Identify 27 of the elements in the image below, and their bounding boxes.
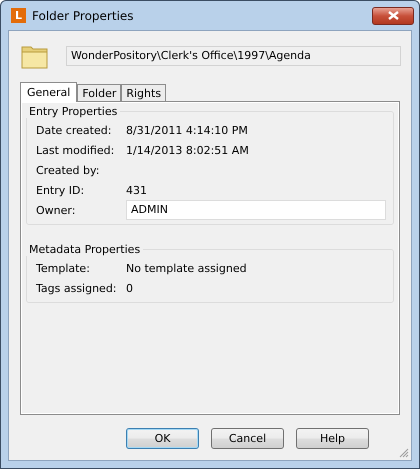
field-value: 1/14/2013 8:02:51 AM xyxy=(126,144,249,156)
tab[interactable]: General xyxy=(20,82,78,102)
field-label: Last modified: xyxy=(36,144,116,156)
group-title: Metadata Properties xyxy=(26,243,144,256)
field-label: Created by: xyxy=(36,164,100,176)
dialog-button[interactable]: OK xyxy=(126,428,199,449)
field-value: 0 xyxy=(126,282,133,294)
dialog-button[interactable]: Cancel xyxy=(211,428,284,449)
field-label: Entry ID: xyxy=(36,184,86,196)
path-field: WonderPository\Clerk's Office\1997\Agenda xyxy=(66,46,401,66)
resize-grip-icon[interactable] xyxy=(399,448,409,458)
owner-field[interactable]: ADMIN xyxy=(126,200,386,220)
field-label: Owner: xyxy=(36,204,76,216)
close-icon xyxy=(388,11,398,20)
field-label: Template: xyxy=(36,262,91,274)
window-title: Folder Properties xyxy=(32,8,135,22)
app-logo-icon: L xyxy=(11,8,26,23)
close-button[interactable] xyxy=(372,6,414,24)
field-value: 431 xyxy=(126,184,147,196)
field-label: Date created: xyxy=(36,124,112,136)
field-value: 8/31/2011 4:14:10 PM xyxy=(126,124,248,136)
tab[interactable]: Rights xyxy=(121,84,166,101)
field-label: Tags assigned: xyxy=(36,282,118,294)
tab[interactable]: Folder xyxy=(77,84,122,101)
group-title: Entry Properties xyxy=(26,105,120,118)
field-value: No template assigned xyxy=(126,262,247,274)
dialog-button[interactable]: Help xyxy=(296,428,369,449)
